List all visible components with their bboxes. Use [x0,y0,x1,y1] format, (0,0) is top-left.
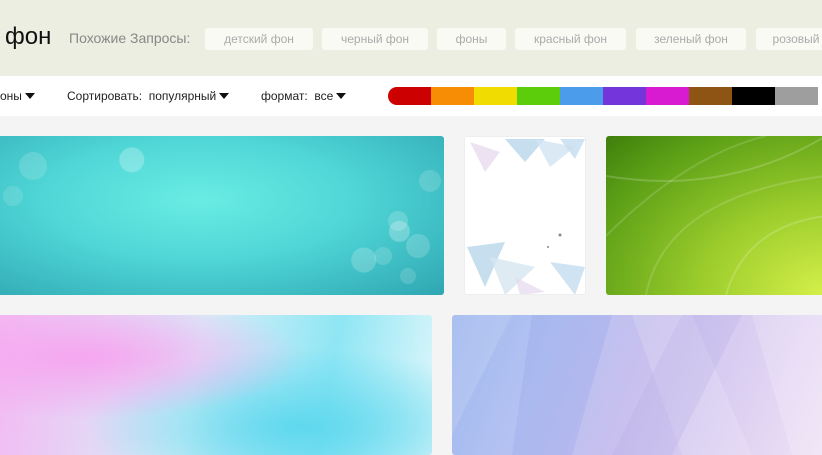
image-result-white-triangles[interactable] [464,136,586,295]
geometric-decoration [452,315,822,455]
top-bar: фон Похожие Запросы: детский фон черный … [0,0,822,76]
image-result-teal-bokeh[interactable] [0,136,444,295]
color-swatch[interactable] [646,87,689,105]
image-result-pink-blue-watercolor[interactable] [0,315,432,455]
color-filter [388,87,818,105]
color-swatch[interactable] [560,87,603,105]
color-swatch[interactable] [517,87,560,105]
related-chip[interactable]: черный фон [322,28,428,50]
bokeh-decoration [3,152,441,284]
color-swatch[interactable] [474,87,517,105]
related-queries-label: Похожие Запросы: [69,30,191,46]
color-swatch[interactable] [732,87,775,105]
sort-dropdown[interactable]: Сортировать: популярный [67,89,230,103]
image-result-green-curves[interactable] [606,136,822,295]
format-label: формат: [261,89,308,103]
type-filter-value: оны [0,89,22,103]
related-chip[interactable]: красный фон [515,28,626,50]
related-chip[interactable]: детский фон [205,28,313,50]
related-chip[interactable]: фоны [437,28,506,50]
search-query-title: фон [5,23,52,50]
sort-label: Сортировать: [67,89,143,103]
sort-value: популярный [148,89,217,103]
triangles-decoration [467,139,585,294]
related-chip[interactable]: розовый [756,28,822,50]
related-chip[interactable]: зеленый фон [636,28,746,50]
caret-down-icon [336,93,347,99]
color-swatch[interactable] [689,87,732,105]
format-dropdown[interactable]: формат: все [261,89,347,103]
format-value: все [314,89,334,103]
curves-decoration [606,136,822,295]
color-swatch[interactable] [431,87,474,105]
color-swatch[interactable] [603,87,646,105]
color-swatch[interactable] [775,87,818,105]
type-filter-dropdown[interactable]: оны [0,89,35,103]
caret-down-icon [24,93,35,99]
color-swatch[interactable] [388,87,431,105]
caret-down-icon [219,93,230,99]
image-result-lavender-geometric[interactable] [452,315,822,455]
